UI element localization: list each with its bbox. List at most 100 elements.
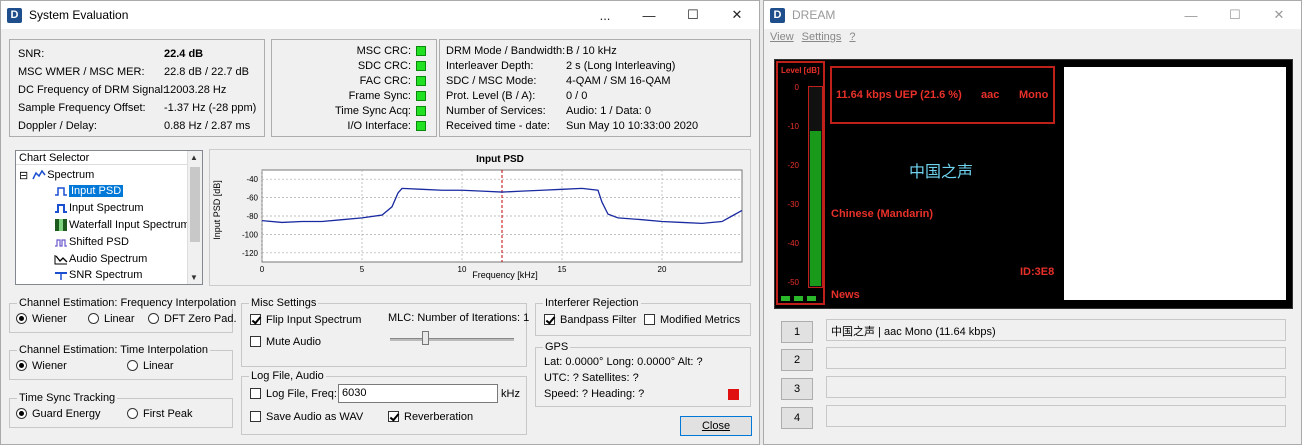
service-1-button[interactable]: 1 [781,321,813,343]
service-1-label: 中国之声 | aac Mono (11.64 kbps) [826,319,1286,341]
radio-indicator[interactable] [16,408,27,419]
close-button[interactable]: Close [680,416,752,436]
radio-indicator[interactable] [148,313,159,324]
service-4-label [826,405,1286,427]
menu-help[interactable]: ? [849,31,855,47]
interferer-rejection-group: Interferer Rejection Bandpass Filter Mod… [535,297,751,336]
scroll-down-icon[interactable]: ▼ [190,273,198,282]
radio-linear[interactable]: Linear [127,360,174,372]
y-tick-label: -100 [242,230,259,239]
log-file-checkbox[interactable]: Log File, Freq: [250,388,337,400]
chart-selector-tree[interactable]: Chart Selector ⊟ Spectrum Input PSD Inpu… [15,150,203,285]
tree-item-snr-spectrum[interactable]: SNR Spectrum [54,267,142,283]
sdc-crc-label: SDC CRC: [357,60,411,72]
tree-scrollbar[interactable]: ▲ ▼ [187,151,202,284]
stat-label: DC Frequency of DRM Signal: [18,84,166,96]
menu-settings[interactable]: Settings [802,31,842,47]
snr-spectrum-icon [54,269,68,281]
system-evaluation-window: D System Evaluation ... — ☐ ✕ SNR: 22.4 … [0,0,760,445]
tree-item-spectrum[interactable]: ⊟ Spectrum [19,167,94,183]
mlc-label: MLC: Number of Iterations: 1 [388,312,530,324]
tree-item-audio-spectrum[interactable]: Audio Spectrum [54,251,147,267]
scroll-thumb[interactable] [190,167,200,242]
window-title: DREAM [792,8,836,22]
slideshow-area [1064,67,1286,300]
status-panel: MSC CRC: SDC CRC: FAC CRC: Frame Sync: T… [271,39,437,137]
radio-indicator[interactable] [127,408,138,419]
mlc-slider-track[interactable] [390,338,514,341]
checkbox-indicator[interactable] [250,388,261,399]
dream-window: D DREAM — ☐ ✕ View Settings ? Level [dB]… [763,0,1302,445]
collapse-icon[interactable]: ⊟ [19,169,28,182]
radio-first-peak[interactable]: First Peak [127,408,193,420]
radio-indicator[interactable] [16,360,27,371]
checkbox-indicator[interactable] [544,314,555,325]
service-4-button[interactable]: 4 [781,407,813,429]
tree-item-label: Waterfall Input Spectrum [69,219,190,231]
status-led [794,296,803,301]
level-tick: -10 [787,122,799,131]
maximize-button[interactable]: ☐ [1213,1,1257,29]
checkbox-label: Bandpass Filter [560,314,637,326]
bandpass-filter-checkbox[interactable]: Bandpass Filter [544,314,636,326]
tree-item-input-spectrum[interactable]: Input Spectrum [54,200,144,216]
radio-label: Linear [104,313,135,325]
gps-group: GPS Lat: 0.0000° Long: 0.0000° Alt: ? UT… [535,341,751,407]
menu-view[interactable]: View [770,31,794,47]
tree-item-label: Audio Spectrum [69,253,148,265]
mlc-slider-thumb[interactable] [422,331,429,345]
service-2-button[interactable]: 2 [781,349,813,371]
channel-text: Mono [1019,89,1049,101]
level-tick: -50 [787,278,799,287]
snr-value: 22.4 dB [164,48,204,60]
radio-indicator[interactable] [16,313,27,324]
tree-item-waterfall[interactable]: Waterfall Input Spectrum [54,217,190,233]
tree-item-label: Spectrum [47,169,95,181]
level-tick: -40 [787,239,799,248]
checkbox-indicator[interactable] [644,314,655,325]
checkbox-label: Flip Input Spectrum [266,314,362,326]
mute-audio-checkbox[interactable]: Mute Audio [250,336,321,348]
log-frequency-input[interactable]: 6030 [338,384,498,403]
more-button[interactable]: ... [583,1,627,29]
dc-frequency-value: 12003.28 Hz [164,84,227,96]
drm-mode-value: B / 10 kHz [566,45,617,57]
stat-label: SNR: [18,48,45,60]
radio-guard-energy[interactable]: Guard Energy [16,408,100,420]
radio-label: Wiener [32,360,67,372]
minimize-button[interactable]: — [1169,1,1213,29]
checkbox-indicator[interactable] [250,336,261,347]
station-id: ID:3E8 [1020,266,1055,278]
x-axis-label: Frequency [kHz] [472,270,538,280]
save-wav-checkbox[interactable]: Save Audio as WAV [250,411,363,423]
minimize-button[interactable]: — [627,1,671,29]
checkbox-indicator[interactable] [388,411,399,422]
service-3-button[interactable]: 3 [781,378,813,400]
modified-metrics-checkbox[interactable]: Modified Metrics [644,314,740,326]
psd-plot-svg: Input PSD Frequency [kHz] Input PSD [dB]… [212,154,743,280]
interleaver-value: 2 s (Long Interleaving) [566,60,676,72]
misc-settings-group: Misc Settings Flip Input Spectrum Mute A… [241,297,530,367]
radio-indicator[interactable] [88,313,99,324]
checkbox-indicator[interactable] [250,411,261,422]
status-led [807,296,816,301]
radio-linear[interactable]: Linear [88,313,135,325]
time-sync-group: Time Sync Tracking Guard Energy First Pe… [9,392,233,428]
checkbox-indicator[interactable] [250,314,261,325]
spectrum-icon [32,169,46,181]
tree-item-input-psd[interactable]: Input PSD [54,183,124,199]
radio-indicator[interactable] [127,360,138,371]
scroll-up-icon[interactable]: ▲ [190,153,198,162]
tree-item-shifted-psd[interactable]: Shifted PSD [54,234,129,250]
reverberation-checkbox[interactable]: Reverberation [388,411,473,423]
radio-wiener[interactable]: Wiener [16,360,67,372]
flip-spectrum-checkbox[interactable]: Flip Input Spectrum [250,314,361,326]
stat-label: Sample Frequency Offset: [18,102,146,114]
services-value: Audio: 1 / Data: 0 [566,105,651,117]
radio-dft-zero-pad[interactable]: DFT Zero Pad. [148,313,237,325]
close-window-button[interactable]: ✕ [715,1,759,29]
radio-wiener[interactable]: Wiener [16,313,67,325]
checkbox-label: Mute Audio [266,336,322,348]
close-window-button[interactable]: ✕ [1257,1,1301,29]
maximize-button[interactable]: ☐ [671,1,715,29]
